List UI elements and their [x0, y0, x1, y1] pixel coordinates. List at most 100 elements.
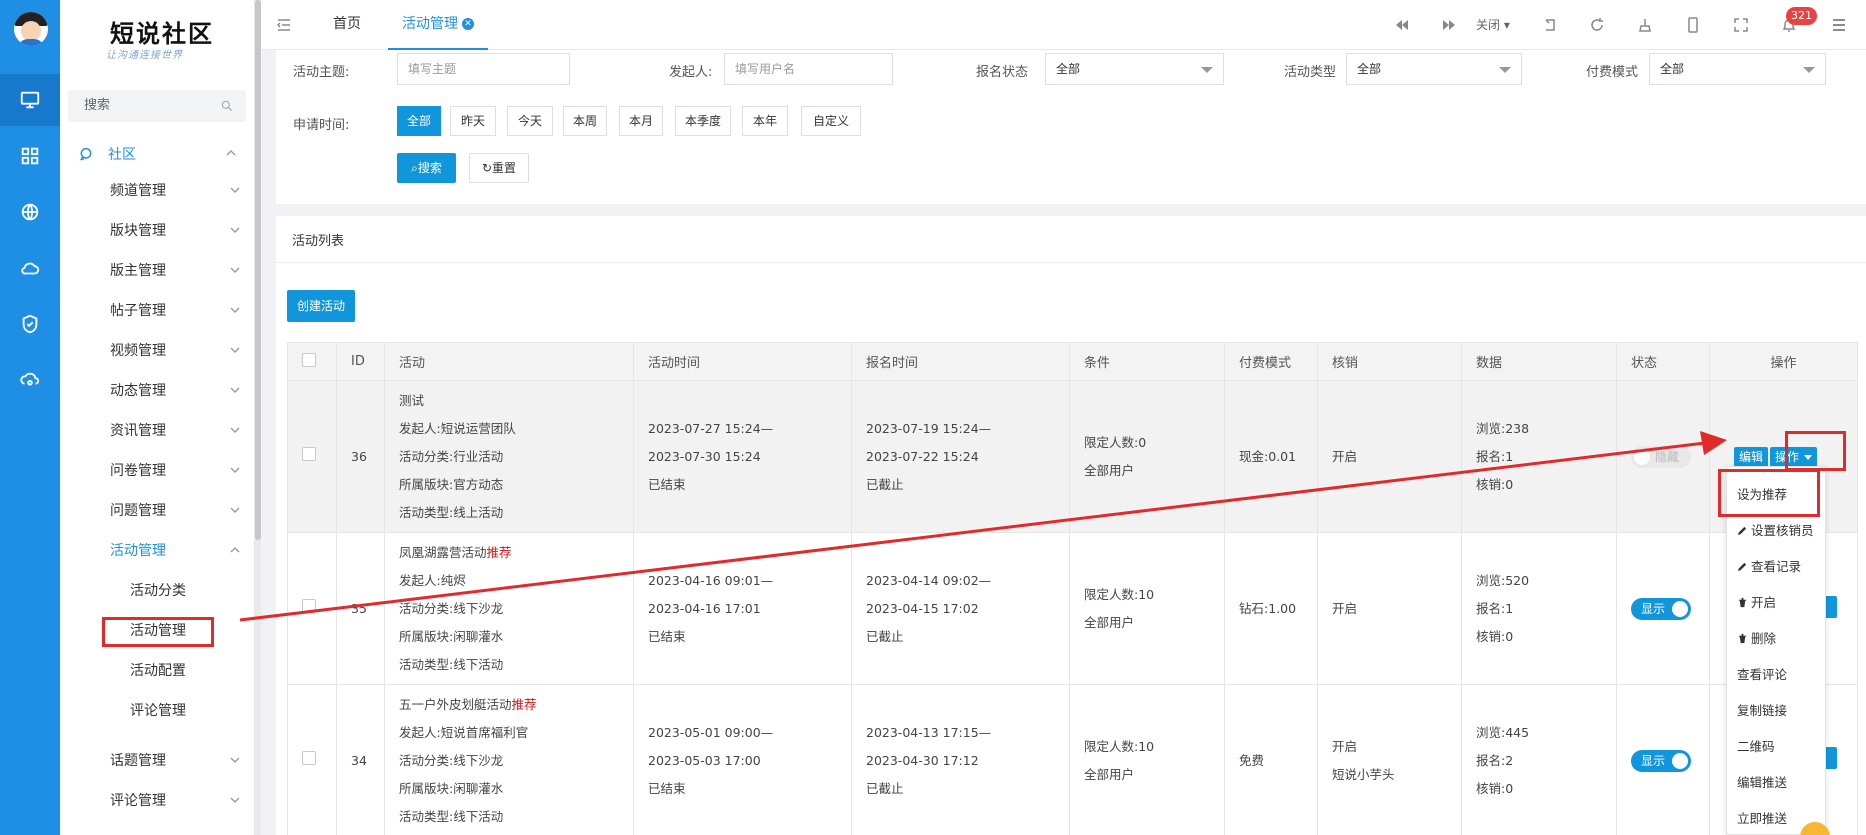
mobile-icon[interactable] [1684, 16, 1702, 34]
caret-down-icon [1201, 67, 1213, 73]
sidebar-scrollbar[interactable] [255, 0, 261, 835]
sidebar-item-post[interactable]: 帖子管理 [110, 300, 240, 320]
row-checkbox[interactable] [287, 684, 337, 835]
sponsor-input[interactable]: 填写用户名 [724, 53, 893, 85]
time-option-all[interactable]: 全部 [397, 106, 441, 136]
create-activity-button[interactable]: 创建活动 [287, 290, 355, 322]
sidebar-item-comment[interactable]: 评论管理 [110, 790, 240, 810]
select-all-checkbox[interactable] [287, 342, 337, 381]
hamburger-menu-icon[interactable] [1830, 16, 1848, 34]
row-status: 显示 [1616, 684, 1710, 835]
col-id: ID [336, 342, 385, 381]
col-verify: 核销 [1317, 342, 1462, 381]
row-activity: 凤凰湖露营活动推荐 发起人:纯烬 活动分类:线下沙龙 所属版块:闲聊灌水 活动类型:线… [384, 532, 634, 685]
close-menu-dropdown[interactable]: 关闭 ▾ [1476, 16, 1510, 33]
menu-item-delete[interactable]: 删除 [1737, 628, 1776, 647]
chevron-down-icon [230, 387, 240, 393]
fullscreen-icon[interactable] [1732, 16, 1750, 34]
row-activity: 测试 发起人:短说运营团队 活动分类:行业活动 所属版块:官方动态 活动类型:线上活动 [384, 380, 634, 533]
table-header-row: ID 活动 活动时间 报名时间 条件 付费模式 核销 数据 状态 操作 [287, 342, 1858, 381]
sidebar-item-survey[interactable]: 问卷管理 [110, 460, 240, 480]
row-pay: 现金:0.01 [1224, 380, 1318, 533]
row-status: 显示 [1616, 532, 1710, 685]
sidebar-item-moderator[interactable]: 版主管理 [110, 260, 240, 280]
fast-forward-icon[interactable] [1440, 16, 1458, 34]
row-activity-time: 2023-04-16 09:01— 2023-04-16 17:01 已结束 [633, 532, 852, 685]
menu-item-copy-link[interactable]: 复制链接 [1737, 700, 1787, 719]
globe-icon[interactable] [0, 186, 60, 238]
sidebar-item-topic[interactable]: 话题管理 [110, 750, 240, 770]
time-option-custom[interactable]: 自定义 [801, 106, 861, 136]
theme-input[interactable]: 填写主题 [397, 53, 570, 85]
menu-item-push-now[interactable]: 立即推送 [1737, 808, 1787, 827]
row-id: 35 [336, 532, 385, 685]
close-icon[interactable]: ✕ [462, 18, 474, 30]
time-option-quarter[interactable]: 本季度 [675, 106, 731, 136]
row-verify: 开启 短说小芋头 [1317, 684, 1462, 835]
signup-status-select[interactable]: 全部 [1045, 53, 1224, 85]
chevron-down-icon [230, 347, 240, 353]
brand-title: 短说社区 [110, 19, 214, 48]
chevron-down-icon [230, 267, 240, 273]
sidebar-item-video[interactable]: 视频管理 [110, 340, 240, 360]
sidebar-item-board[interactable]: 版块管理 [110, 220, 240, 240]
sidebar-sub-comment-manage[interactable]: 评论管理 [130, 700, 186, 720]
tab-activity[interactable]: 活动管理 ✕ [388, 0, 488, 50]
time-option-yesterday[interactable]: 昨天 [450, 106, 496, 136]
row-pay: 免费 [1224, 684, 1318, 835]
sidebar-item-activity[interactable]: 活动管理 [110, 540, 240, 560]
sidebar-group-community[interactable]: 社区 [78, 144, 136, 164]
time-option-year[interactable]: 本年 [742, 106, 788, 136]
sidebar-item-channel[interactable]: 频道管理 [110, 180, 240, 200]
tab-home[interactable]: 首页 [333, 0, 361, 50]
reset-button[interactable]: ↻重置 [469, 153, 529, 183]
status-toggle[interactable]: 显示 [1631, 749, 1691, 772]
status-toggle[interactable]: 显示 [1631, 597, 1691, 620]
monitor-icon[interactable] [0, 74, 60, 126]
broom-icon[interactable] [1636, 16, 1654, 34]
row-checkbox[interactable] [287, 532, 337, 685]
refresh-icon[interactable] [1588, 16, 1606, 34]
chevron-up-icon [226, 150, 236, 156]
edit-button[interactable]: 编辑 [1734, 446, 1769, 467]
trash-icon [1738, 597, 1747, 608]
row-signup-time: 2023-07-19 15:24— 2023-07-22 15:24 已截止 [851, 380, 1070, 533]
menu-item-edit-push[interactable]: 编辑推送 [1737, 772, 1787, 791]
cloud-eye-icon[interactable] [0, 354, 60, 406]
sidebar-item-news[interactable]: 资讯管理 [110, 420, 240, 440]
rewind-icon[interactable] [1393, 16, 1411, 34]
trash-icon [1738, 633, 1747, 644]
time-option-week[interactable]: 本周 [563, 106, 607, 136]
sidebar-sub-activity-config[interactable]: 活动配置 [130, 660, 186, 680]
row-verify: 开启 [1317, 532, 1462, 685]
menu-item-open[interactable]: 开启 [1737, 592, 1776, 611]
time-option-month[interactable]: 本月 [619, 106, 663, 136]
shield-icon[interactable] [0, 298, 60, 350]
row-stats: 浏览:445 报名:2 核销:0 [1461, 684, 1617, 835]
back-icon[interactable] [1541, 16, 1559, 34]
avatar[interactable] [14, 12, 48, 46]
status-toggle[interactable]: 隐藏 [1631, 445, 1691, 468]
collapse-menu-icon[interactable] [276, 17, 292, 33]
pay-select[interactable]: 全部 [1649, 53, 1826, 85]
sidebar-item-question[interactable]: 问题管理 [110, 500, 240, 520]
grid-icon[interactable] [0, 130, 60, 182]
row-id: 34 [336, 684, 385, 835]
notification-badge: 321 [1786, 7, 1817, 25]
sidebar-sub-activity-category[interactable]: 活动分类 [130, 580, 186, 600]
sidebar-search-input[interactable]: 搜索 [68, 90, 246, 122]
row-checkbox[interactable] [287, 380, 337, 533]
menu-item-qrcode[interactable]: 二维码 [1737, 736, 1775, 755]
sidebar-item-dynamic[interactable]: 动态管理 [110, 380, 240, 400]
row-condition: 限定人数:10 全部用户 [1069, 532, 1225, 685]
menu-item-view-comments[interactable]: 查看评论 [1737, 664, 1787, 683]
chevron-down-icon [230, 427, 240, 433]
type-select[interactable]: 全部 [1346, 53, 1522, 85]
search-button[interactable]: ⌕搜索 [397, 153, 456, 183]
pay-label: 付费模式 [1586, 65, 1639, 80]
cloud-icon[interactable] [0, 242, 60, 294]
menu-item-view-records[interactable]: 查看记录 [1737, 556, 1801, 575]
col-ops: 操作 [1709, 342, 1858, 381]
time-option-today[interactable]: 今天 [507, 106, 553, 136]
menu-item-set-verifier[interactable]: 设置核销员 [1737, 520, 1814, 539]
